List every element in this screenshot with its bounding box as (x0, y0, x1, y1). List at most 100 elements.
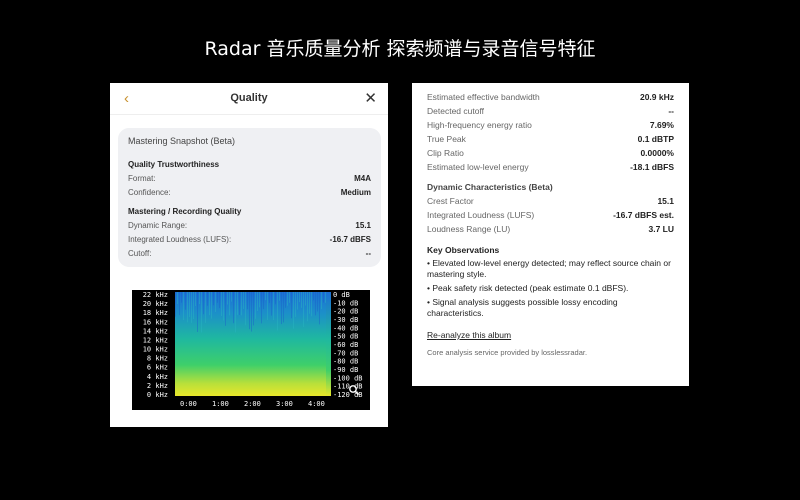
metric-label: True Peak (427, 134, 466, 144)
spectrogram-texture (265, 292, 266, 301)
spectrogram-svg: 22 kHz20 kHz18 kHz16 kHz14 kHz12 kHz 10 k… (143, 291, 363, 408)
spectrogram-texture (281, 292, 282, 325)
spectrogram-texture (235, 292, 236, 333)
spectrogram-texture (233, 292, 234, 324)
metric-value: 0.0000% (640, 148, 674, 158)
spectrogram-texture (299, 292, 300, 303)
observation-item: • Peak safety risk detected (peak estima… (427, 283, 629, 293)
trust-section-title: Quality Trustworthiness (128, 160, 220, 169)
spectrogram-texture (253, 292, 254, 326)
footer-note: Core analysis service provided by lossle… (427, 348, 588, 357)
dynamic-metric-row: Loudness Range (LU) 3.7 LU (427, 222, 674, 236)
cutoff-label: Cutoff: (128, 249, 152, 258)
spectrogram-texture (225, 292, 226, 326)
reanalyze-link[interactable]: Re-analyze this album (427, 330, 511, 340)
spectrogram-texture (255, 292, 256, 319)
dynamic-metric-label: Integrated Loudness (LUFS) (427, 210, 535, 220)
spectrogram-texture (177, 292, 178, 304)
dr-label: Dynamic Range: (128, 221, 188, 230)
spectrogram-texture (277, 292, 278, 331)
lufs-row: Integrated Loudness (LUFS): -16.7 dBFS (128, 235, 371, 249)
metric-row: Estimated low-level energy -18.1 dBFS (427, 160, 674, 174)
spectrogram-texture (325, 292, 326, 303)
close-icon[interactable]: ✕ (364, 89, 377, 107)
format-row: Format: M4A (128, 174, 371, 188)
observation-item: • Signal analysis suggests possible loss… (427, 297, 618, 318)
spectrogram-texture (259, 292, 260, 308)
spectrogram-texture (275, 292, 276, 305)
spectrogram-texture (261, 292, 262, 324)
spectrogram-texture (249, 292, 250, 330)
mastering-snapshot-card: Mastering Snapshot (Beta) Quality Trustw… (118, 128, 381, 267)
dynamic-metric-value: -16.7 dBFS est. (613, 210, 674, 220)
metric-label: Estimated effective bandwidth (427, 92, 540, 102)
confidence-row: Confidence: Medium (128, 188, 371, 202)
dynamic-metric-label: Crest Factor (427, 196, 474, 206)
db-tick-label: -60 dB (333, 341, 358, 349)
dynamic-list: Crest Factor 15.1 Integrated Loudness (LUF… (427, 194, 674, 236)
lufs-label: Integrated Loudness (LUFS): (128, 235, 232, 244)
freq-tick-label: 16 kHz (143, 318, 168, 326)
format-value: M4A (354, 174, 371, 183)
db-tick-label: -50 dB (333, 333, 358, 341)
dynamic-metric-label: Loudness Range (LU) (427, 224, 511, 234)
spectrogram-texture (313, 292, 314, 301)
spectrogram-texture (201, 292, 202, 333)
mastering-section-title: Mastering / Recording Quality (128, 207, 242, 216)
spectrogram-texture (215, 292, 216, 312)
snapshot-title: Mastering Snapshot (Beta) (128, 136, 236, 146)
spectrogram-texture (229, 292, 230, 316)
spectrogram-texture (279, 292, 280, 301)
spectrogram-texture (273, 292, 274, 320)
headline: Radar 音乐质量分析 探索频谱与录音信号特征 (204, 38, 596, 60)
db-tick-label: -100 dB (333, 374, 363, 382)
dynamic-metric-value: 3.7 LU (648, 224, 674, 234)
cutoff-value: -- (365, 249, 371, 258)
spectrogram-texture (191, 292, 192, 323)
spectrogram-texture (237, 292, 238, 315)
spectrogram-texture (211, 292, 212, 319)
spectrogram-texture (181, 292, 182, 303)
quality-panel: ‹ Quality ✕ Mastering Snapshot (Beta) Qu… (110, 83, 388, 427)
spectrogram-texture (291, 292, 292, 319)
time-tick-label: 4:00 (308, 400, 325, 408)
spectrogram-texture (205, 292, 206, 323)
dynamic-metric-value: 15.1 (657, 196, 674, 206)
spectrogram-texture (241, 292, 242, 316)
spectrogram-texture (307, 292, 308, 322)
spectrogram-texture (267, 292, 268, 320)
freq-tick-label: 0 kHz (147, 391, 168, 399)
dynamic-metric-row: Integrated Loudness (LUFS) -16.7 dBFS est… (427, 208, 674, 222)
spectrogram-texture (315, 292, 316, 316)
metric-value: -18.1 dBFS (630, 162, 674, 172)
spectrogram-texture (287, 292, 288, 306)
spectrogram-texture (289, 292, 290, 303)
freq-tick-label: 10 kHz (143, 346, 168, 354)
spectrogram-texture (257, 292, 258, 312)
time-tick-label: 3:00 (276, 400, 293, 408)
spectrogram-texture (283, 292, 284, 323)
spectrogram-texture (199, 292, 200, 305)
spectrogram-texture (323, 292, 324, 303)
metric-label: Clip Ratio (427, 148, 464, 158)
spectrogram-texture (185, 292, 186, 310)
spectrogram-texture (195, 292, 196, 306)
observation-item: • Elevated low-level energy detected; ma… (427, 258, 671, 279)
freq-tick-label: 22 kHz (143, 291, 168, 299)
spectrogram[interactable]: 22 kHz 20 kHz 18 kHz 16 kHz 14 kHz 12 kHz 10 k… (132, 290, 370, 410)
spectrogram-texture (187, 292, 188, 323)
freq-tick-label: 18 kHz (143, 309, 168, 317)
spectrogram-texture (293, 292, 294, 329)
freq-tick-label: 2 kHz (147, 382, 168, 390)
metric-row: Clip Ratio 0.0000% (427, 146, 674, 160)
spectrogram-texture (231, 292, 232, 302)
spectrogram-texture (209, 292, 210, 316)
spectrogram-texture (207, 292, 208, 306)
db-tick-label: -20 dB (333, 308, 358, 316)
dynamic-section-title: Dynamic Characteristics (Beta) (427, 182, 553, 192)
spectrogram-texture (311, 292, 312, 317)
spectrogram-texture (321, 292, 322, 310)
spectrogram-texture (197, 292, 198, 332)
cutoff-row: Cutoff: -- (128, 249, 371, 263)
spectrogram-texture (227, 292, 228, 305)
